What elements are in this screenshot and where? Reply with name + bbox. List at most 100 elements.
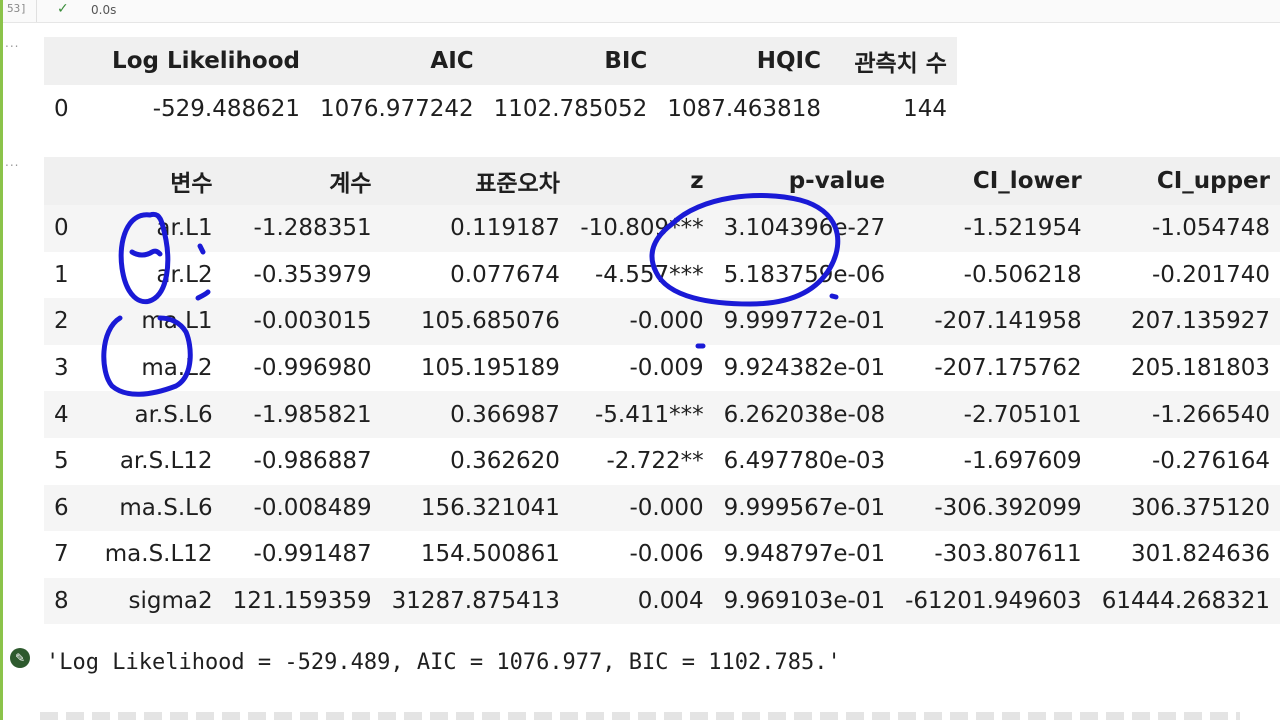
table-cell: -0.506218	[963, 261, 1082, 288]
table-cell: 9.948797e-01	[723, 541, 886, 568]
table-cell: 5.183759e-06	[723, 261, 886, 288]
next-output-partial	[40, 712, 1240, 720]
table-row: 3 ma.L2 -0.996980 105.195189 -0.009 9.924382e…	[44, 344, 1280, 392]
table-cell: 1087.463818	[667, 96, 821, 122]
table-cell: ar.L2	[156, 261, 213, 288]
row-index: 3	[54, 355, 69, 382]
table-cell: sigma2	[128, 588, 213, 615]
table-cell: 0.119187	[450, 215, 560, 242]
table-cell: -0.991487	[253, 541, 372, 568]
table-cell: -1.266540	[1151, 401, 1270, 428]
table-cell: 0.362620	[450, 448, 560, 475]
column-header: CI_lower	[972, 168, 1082, 194]
column-header: p-value	[788, 168, 886, 194]
table-cell: ar.S.L12	[119, 448, 213, 475]
output-collapse-handle[interactable]: ...	[5, 155, 19, 169]
column-header: 관측치 수	[854, 51, 947, 77]
table-cell: 154.500861	[420, 541, 560, 568]
output-collapse-handle[interactable]: ...	[5, 36, 19, 50]
table-row: 0 -529.488621 1076.977242 1102.785052 1087.4…	[44, 85, 957, 133]
row-index: 0	[54, 96, 69, 122]
execution-count: 53]	[7, 2, 27, 15]
table-cell: -1.697609	[963, 448, 1082, 475]
table-cell: -0.996980	[253, 355, 372, 382]
table-cell: 0.004	[637, 588, 704, 615]
row-index: 6	[54, 494, 69, 521]
divider	[36, 0, 37, 22]
row-index: 8	[54, 588, 69, 615]
table-cell: 9.999567e-01	[723, 494, 886, 521]
table-row: 0 ar.L1 -1.288351 0.119187 -10.809*** 3.10439…	[44, 205, 1280, 252]
table-cell: -207.141958	[934, 308, 1082, 335]
table-cell: 9.969103e-01	[723, 588, 886, 615]
table-cell: 306.375120	[1130, 494, 1270, 521]
table-cell: 1076.977242	[320, 96, 474, 122]
table-header-row: 변수 계수 표준오차 z p-value CI_lower CI_upper	[44, 157, 1280, 205]
column-header: z	[690, 168, 704, 194]
table-cell: 0.366987	[450, 401, 560, 428]
column-header: 표준오차	[475, 171, 560, 197]
table-row: 4 ar.S.L6 -1.985821 0.366987 -5.411*** 6.2620…	[44, 391, 1280, 438]
table-cell: -303.807611	[934, 541, 1082, 568]
table-cell: 31287.875413	[391, 588, 560, 615]
table-row: 2 ma.L1 -0.003015 105.685076 -0.000 9.999772e…	[44, 298, 1280, 345]
table-row: 6 ma.S.L6 -0.008489 156.321041 -0.000 9.99956…	[44, 484, 1280, 532]
row-index: 1	[54, 261, 69, 288]
table-header-row: Log Likelihood AIC BIC HQIC 관측치 수	[44, 37, 957, 85]
table-cell: -0.276164	[1151, 448, 1270, 475]
row-index: 7	[54, 541, 69, 568]
table-cell: -0.986887	[253, 448, 372, 475]
table-cell: ma.L2	[141, 355, 213, 382]
output-icon[interactable]: ✎	[10, 648, 30, 668]
table-cell: -0.003015	[253, 308, 372, 335]
table-row: 1 ar.L2 -0.353979 0.077674 -4.557*** 5.183759…	[44, 251, 1280, 299]
table-cell: -0.008489	[253, 494, 372, 521]
table-cell: -1.521954	[963, 215, 1082, 242]
table-cell: 6.497780e-03	[723, 448, 886, 475]
table-cell: -1.054748	[1151, 215, 1270, 242]
table-cell: -0.009	[629, 355, 704, 382]
model-fit-table: Log Likelihood AIC BIC HQIC 관측치 수 0 -529.4886…	[44, 37, 957, 133]
table-row: 8 sigma2 121.159359 31287.875413 0.004 9.9691…	[44, 577, 1280, 625]
column-header: HQIC	[756, 48, 821, 74]
row-index: 4	[54, 401, 69, 428]
column-header: BIC	[604, 48, 648, 74]
table-cell: ar.S.L6	[134, 401, 213, 428]
table-cell: -2.705101	[963, 401, 1082, 428]
table-cell: ma.S.L12	[104, 541, 213, 568]
table-cell: 205.181803	[1130, 355, 1270, 382]
table-cell: ma.S.L6	[119, 494, 213, 521]
table-cell: -4.557***	[594, 261, 704, 288]
table-cell: -2.722**	[606, 448, 704, 475]
cell-status-bar: 53] ✓ 0.0s	[3, 0, 1280, 23]
table-cell: -0.353979	[253, 261, 372, 288]
cell-accent-bar	[0, 0, 3, 720]
table-cell: 61444.268321	[1101, 588, 1270, 615]
index-header	[44, 157, 80, 205]
table-cell: 6.262038e-08	[723, 401, 886, 428]
execution-time: 0.0s	[91, 3, 117, 17]
table-cell: ar.L1	[156, 215, 213, 242]
row-index: 5	[54, 448, 69, 475]
table-cell: 105.685076	[420, 308, 560, 335]
table-cell: 156.321041	[420, 494, 560, 521]
table-cell: -207.175762	[934, 355, 1082, 382]
table-cell: 144	[903, 96, 947, 122]
table-row: 5 ar.S.L12 -0.986887 0.362620 -2.722** 6.4977…	[44, 437, 1280, 485]
output-string: 'Log Likelihood = -529.489, AIC = 1076.9…	[46, 650, 841, 675]
coefficient-table: 변수 계수 표준오차 z p-value CI_lower CI_upper 0 ar.L1 -…	[44, 157, 1280, 625]
table-cell: 121.159359	[232, 588, 372, 615]
table-cell: -0.000	[629, 494, 704, 521]
table-cell: -529.488621	[152, 96, 300, 122]
table-cell: -1.288351	[253, 215, 372, 242]
table-cell: 9.999772e-01	[723, 308, 886, 335]
column-header: CI_upper	[1156, 168, 1270, 194]
table-cell: 207.135927	[1130, 308, 1270, 335]
column-header: 변수	[170, 171, 213, 197]
row-index: 0	[54, 215, 69, 242]
column-header: Log Likelihood	[112, 48, 300, 74]
row-index: 2	[54, 308, 69, 335]
table-cell: 105.195189	[420, 355, 560, 382]
index-header	[44, 37, 80, 85]
table-cell: 0.077674	[450, 261, 560, 288]
